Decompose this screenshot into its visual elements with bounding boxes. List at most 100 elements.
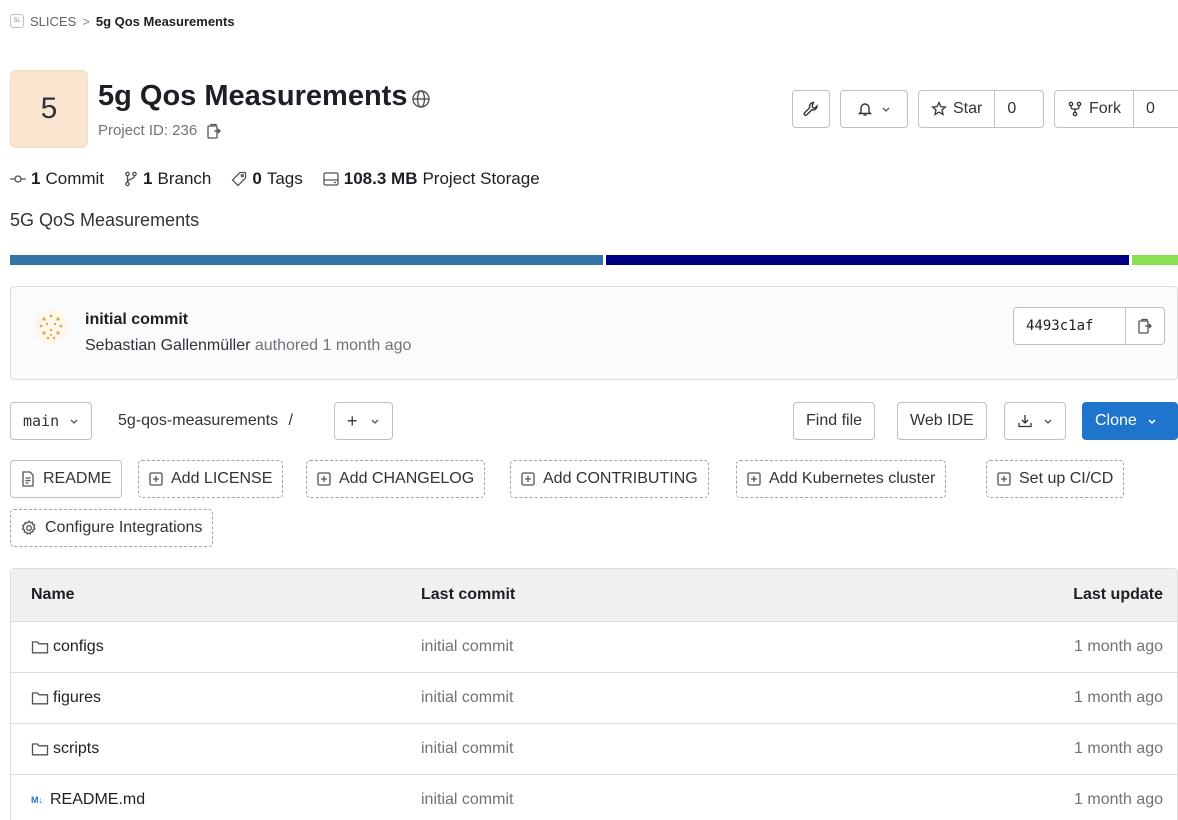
add-file-dropdown[interactable]: + xyxy=(334,402,393,440)
find-file-button[interactable]: Find file xyxy=(793,402,876,440)
last-commit-panel: initial commit Sebastian Gallenmüller au… xyxy=(10,286,1178,380)
commit-sha[interactable]: 4493c1af xyxy=(1014,308,1126,344)
file-name-cell[interactable]: scripts xyxy=(31,740,99,758)
folder-icon xyxy=(31,641,49,654)
file-last-update: 1 month ago xyxy=(1074,638,1163,655)
star-icon xyxy=(931,101,947,116)
column-header-name: Name xyxy=(31,586,75,603)
commit-sha-group: 4493c1af xyxy=(1013,307,1165,345)
file-last-update: 1 month ago xyxy=(1074,689,1163,706)
commits-label: Commit xyxy=(45,169,105,188)
commit-icon xyxy=(10,175,26,183)
readme-label: README xyxy=(43,470,112,487)
wrench-icon xyxy=(803,101,818,116)
repo-path-link[interactable]: 5g-qos-measurements xyxy=(118,412,278,429)
setup-ci-cd-label: Set up CI/CD xyxy=(1019,470,1114,487)
commit-authored-time: authored 1 month ago xyxy=(250,337,412,354)
configure-integrations-label: Configure Integrations xyxy=(45,519,203,536)
commits-stat[interactable]: 1 Commit xyxy=(10,169,104,189)
file-name-cell[interactable]: figures xyxy=(31,689,101,707)
file-last-commit[interactable]: initial commit xyxy=(421,638,513,656)
breadcrumb: SL SLICES > 5g Qos Measurements xyxy=(10,12,235,30)
web-ide-button[interactable]: Web IDE xyxy=(897,402,987,440)
copy-sha-button[interactable] xyxy=(1126,318,1164,334)
table-row[interactable]: M↓ README.md initial commit 1 month ago xyxy=(11,775,1177,820)
project-title: 5g Qos Measurements xyxy=(98,80,431,113)
tags-stat[interactable]: 0 Tags xyxy=(231,169,303,189)
add-license-button[interactable]: Add LICENSE xyxy=(138,460,284,498)
configure-integrations-button[interactable]: Configure Integrations xyxy=(10,509,214,547)
star-toggle[interactable]: Star xyxy=(919,91,996,127)
star-button[interactable]: Star 0 xyxy=(918,90,1044,128)
table-row[interactable]: figures initial commit 1 month ago xyxy=(11,673,1177,724)
readme-button[interactable]: README xyxy=(10,460,123,498)
breadcrumb-separator: > xyxy=(82,13,90,29)
gear-icon xyxy=(21,520,36,535)
storage-icon xyxy=(323,172,339,186)
download-icon xyxy=(1018,415,1032,428)
language-segment[interactable] xyxy=(1131,255,1178,265)
repo-path: 5g-qos-measurements / xyxy=(118,412,293,430)
file-name: scripts xyxy=(53,740,100,757)
copy-icon[interactable] xyxy=(207,123,222,139)
add-contributing-button[interactable]: Add CONTRIBUTING xyxy=(510,460,709,498)
file-name: README.md xyxy=(50,791,146,808)
chevron-down-icon xyxy=(70,419,78,424)
breadcrumb-current[interactable]: 5g Qos Measurements xyxy=(96,14,235,29)
add-kubernetes-cluster-label: Add Kubernetes cluster xyxy=(769,470,936,487)
project-stats: 1 Commit 1 Branch 0 Tags 108.3 MB Projec… xyxy=(10,168,560,190)
project-id-label: Project ID: 236 xyxy=(98,122,198,139)
table-row[interactable]: configs initial commit 1 month ago xyxy=(11,622,1177,673)
branch-selector[interactable]: main xyxy=(10,402,93,440)
folder-icon xyxy=(31,743,49,756)
file-icon xyxy=(22,471,34,487)
branches-stat[interactable]: 1 Branch xyxy=(124,169,211,189)
tags-label: Tags xyxy=(266,169,303,188)
notification-button[interactable] xyxy=(840,90,908,128)
plus-square-icon xyxy=(149,472,163,486)
file-tree-table: Name Last commit Last update configs ini… xyxy=(10,568,1178,820)
add-changelog-button[interactable]: Add CHANGELOG xyxy=(306,460,486,498)
project-description: 5G QoS Measurements xyxy=(10,210,200,230)
settings-button[interactable] xyxy=(792,90,830,128)
group-avatar[interactable]: SL xyxy=(10,14,24,28)
file-last-commit[interactable]: initial commit xyxy=(421,740,513,758)
chevron-down-icon xyxy=(1044,419,1052,424)
clone-button[interactable]: Clone xyxy=(1082,402,1178,440)
file-last-commit[interactable]: initial commit xyxy=(421,791,513,809)
branches-count: 1 xyxy=(143,169,153,188)
commit-author[interactable]: Sebastian Gallenmüller xyxy=(85,337,250,354)
file-last-commit[interactable]: initial commit xyxy=(421,689,513,707)
chevron-down-icon xyxy=(1148,419,1156,425)
fork-button[interactable]: Fork 0 xyxy=(1054,90,1178,128)
fork-toggle[interactable]: Fork xyxy=(1055,91,1134,127)
column-header-last-update: Last update xyxy=(1073,586,1163,603)
branches-label: Branch xyxy=(157,169,212,188)
file-name-cell[interactable]: M↓ README.md xyxy=(31,791,145,809)
add-changelog-label: Add CHANGELOG xyxy=(339,470,475,487)
star-count[interactable]: 0 xyxy=(995,100,1028,118)
path-separator: / xyxy=(288,412,293,429)
storage-stat[interactable]: 108.3 MB Project Storage xyxy=(323,169,540,189)
file-name: figures xyxy=(53,689,102,706)
breadcrumb-group-link[interactable]: SLICES xyxy=(30,14,76,29)
column-header-last-commit: Last commit xyxy=(421,586,516,603)
branch-icon xyxy=(125,171,137,187)
project-avatar: 5 xyxy=(10,70,88,148)
table-row[interactable]: scripts initial commit 1 month ago xyxy=(11,724,1177,775)
globe-icon xyxy=(412,89,431,108)
plus-square-icon xyxy=(747,472,761,486)
author-avatar[interactable] xyxy=(33,309,69,345)
fork-count[interactable]: 0 xyxy=(1134,100,1167,118)
setup-ci-cd-button[interactable]: Set up CI/CD xyxy=(986,460,1125,498)
plus-square-icon xyxy=(997,472,1011,486)
language-segment[interactable] xyxy=(10,255,603,265)
file-name-cell[interactable]: configs xyxy=(31,638,104,656)
download-button[interactable] xyxy=(1004,402,1066,440)
add-license-label: Add LICENSE xyxy=(171,470,273,487)
language-segment[interactable] xyxy=(605,255,1129,265)
file-name: configs xyxy=(53,638,104,655)
add-kubernetes-cluster-button[interactable]: Add Kubernetes cluster xyxy=(736,460,947,498)
commit-title[interactable]: initial commit xyxy=(85,311,188,329)
plus-icon: + xyxy=(347,410,358,431)
